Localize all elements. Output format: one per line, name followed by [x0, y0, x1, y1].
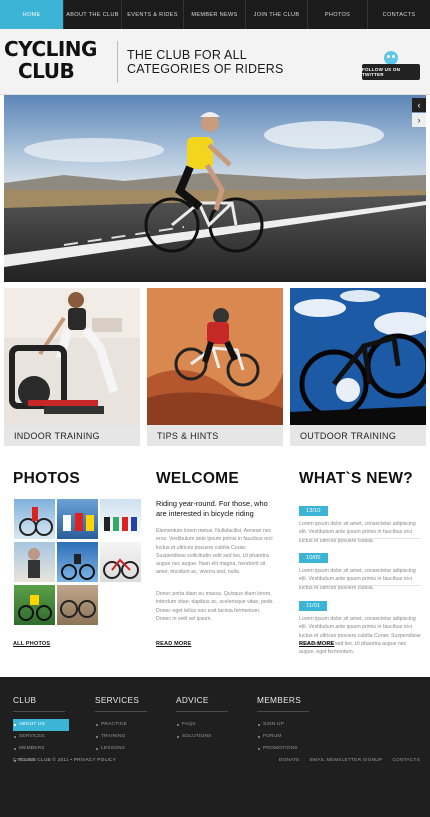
news-item: 11/01 Lorem ipsum dolor sit amet, consec…	[299, 594, 421, 656]
news-date-badge: 10/05	[299, 553, 328, 563]
thumb-image	[60, 600, 96, 618]
news-text[interactable]: Lorem ipsum dolor sit amet, consectetur …	[299, 520, 421, 545]
photo-thumb[interactable]	[100, 499, 141, 539]
news-read-more-link[interactable]: READ MORE	[299, 641, 334, 647]
footer-link-forum[interactable]: FORUM	[257, 731, 309, 743]
photo-thumb[interactable]	[57, 542, 98, 582]
chevron-right-icon: ›	[417, 115, 421, 125]
tile-label-indoor-training: INDOOR TRAINING	[4, 425, 140, 446]
footer-link-members[interactable]: MEMBERS	[13, 743, 69, 755]
logo-line-1: CYCLING	[4, 37, 97, 61]
footer-link-about-us[interactable]: ABOUT US	[13, 719, 69, 731]
news-text[interactable]: Lorem ipsum dolor sit amet, consectetur …	[299, 567, 421, 592]
tile-tips-hints[interactable]: TIPS & HINTS	[147, 288, 283, 446]
all-photos-link[interactable]: ALL PHOTOS	[13, 641, 50, 647]
nav-join-the-club[interactable]: JOIN THE CLUB	[246, 0, 308, 29]
news-title: WHAT`S NEW?	[299, 470, 414, 487]
nav-events-rides[interactable]: EVENTS & RIDES	[122, 0, 184, 29]
tile-outdoor-training[interactable]: OUTDOOR TRAINING	[290, 288, 426, 446]
thumb-image	[104, 517, 137, 531]
photo-thumb[interactable]	[57, 585, 98, 625]
site-header: CYCLING CLUB THE CLUB FOR ALL CATEGORIES…	[0, 29, 430, 95]
footer-col-members: MEMBERS SIGN UP FORUM PROMOTIONS	[257, 695, 309, 755]
footer-col-club: CLUB ABOUT US SERVICES MEMBERS RULES	[13, 695, 69, 767]
header-divider	[117, 41, 118, 83]
photos-title: PHOTOS	[13, 470, 80, 487]
footer-club-title: CLUB	[13, 695, 65, 712]
photo-thumb[interactable]	[14, 499, 55, 539]
donate-link[interactable]: DONATE	[279, 758, 300, 763]
welcome-read-more-link[interactable]: READ MORE	[156, 641, 191, 647]
outdoor-training-image	[290, 288, 426, 425]
footer-col-services: SERVICES PRACTICE TRAINING LESSONS	[95, 695, 147, 755]
tile-label-outdoor-training: OUTDOOR TRAINING	[290, 425, 426, 446]
footer-link-sign-up[interactable]: SIGN UP	[257, 719, 309, 731]
footer-link-faqs[interactable]: FAQS	[176, 719, 228, 731]
nav-contacts[interactable]: CONTACTS	[368, 0, 430, 29]
welcome-title: WELCOME	[156, 470, 240, 487]
thumb-image	[103, 558, 139, 579]
news-separator	[299, 585, 421, 586]
nav-home[interactable]: HOME	[0, 0, 64, 29]
top-navigation: HOME ABOUT THE CLUB EVENTS & RIDES MEMBE…	[0, 0, 430, 29]
hero-slider[interactable]: ‹ ›	[4, 95, 426, 282]
footer-link-lessons[interactable]: LESSONS	[95, 743, 147, 755]
welcome-body-text-2: Donec porta diam eu massa. Quisque diam …	[156, 591, 274, 622]
news-separator	[299, 538, 421, 539]
hero-image-cyclist	[4, 95, 426, 282]
thumb-image	[28, 548, 40, 578]
nav-member-news[interactable]: MEMBER NEWS	[184, 0, 246, 29]
footer-advice-title: ADVICE	[176, 695, 228, 712]
slider-prev-button[interactable]: ‹	[412, 98, 426, 112]
news-date-badge: 11/01	[299, 601, 328, 611]
footer-link-promotions[interactable]: PROMOTIONS	[257, 743, 309, 755]
footer-link-solutions[interactable]: SOLUTIONS	[176, 731, 228, 743]
nav-about-the-club[interactable]: ABOUT THE CLUB	[64, 0, 122, 29]
chevron-left-icon: ‹	[417, 100, 421, 110]
indoor-training-image	[4, 288, 140, 425]
footer-members-title: MEMBERS	[257, 695, 309, 712]
tips-hints-image	[147, 288, 283, 425]
slider-next-button[interactable]: ›	[412, 113, 426, 127]
news-text[interactable]: Lorem ipsum dolor sit amet, consectetur …	[299, 615, 421, 656]
news-date-badge: 13/10	[299, 506, 328, 516]
copyright-text[interactable]: CYCLING CLUB © 2011 • PRIVACY POLICY	[13, 758, 116, 763]
footer-link-practice[interactable]: PRACTICE	[95, 719, 147, 731]
footer-col-advice: ADVICE FAQS SOLUTIONS	[176, 695, 228, 743]
tile-label-tips-hints: TIPS & HINTS	[147, 425, 283, 446]
footer-link-services[interactable]: SERVICES	[13, 731, 69, 743]
newsletter-signup-link[interactable]: EMAIL NEWSLETTER SIGNUP	[310, 758, 383, 763]
photo-thumb[interactable]	[14, 542, 55, 582]
photo-thumb[interactable]	[14, 585, 55, 625]
welcome-body-text: Elementum lorem metus. Nullafacilisi. Ae…	[156, 528, 273, 576]
twitter-bird-icon[interactable]	[384, 51, 398, 65]
photo-thumb[interactable]	[100, 542, 141, 582]
follow-twitter-button[interactable]: FOLLOW US ON TWITTER	[362, 64, 420, 80]
site-footer: CLUB ABOUT US SERVICES MEMBERS RULES SER…	[0, 677, 430, 817]
logo-line-2: CLUB	[18, 59, 75, 83]
nav-photos[interactable]: PHOTOS	[308, 0, 368, 29]
footer-contacts-link[interactable]: CONTACTS	[392, 758, 420, 763]
thumb-image	[19, 507, 53, 536]
thumb-image	[18, 595, 52, 621]
site-tagline: THE CLUB FOR ALL CATEGORIES OF RIDERS	[127, 48, 284, 76]
logo[interactable]: CYCLING CLUB	[4, 38, 104, 86]
welcome-lead-text: Riding year-round. For those, who are in…	[156, 499, 268, 518]
footer-bottom-links: DONATE EMAIL NEWSLETTER SIGNUP CONTACTS	[279, 758, 420, 763]
tile-indoor-training[interactable]: INDOOR TRAINING	[4, 288, 140, 446]
footer-services-title: SERVICES	[95, 695, 147, 712]
photo-thumb[interactable]	[57, 499, 98, 539]
footer-link-training[interactable]: TRAINING	[95, 731, 147, 743]
thumb-image	[61, 554, 95, 580]
thumb-image	[63, 513, 94, 531]
